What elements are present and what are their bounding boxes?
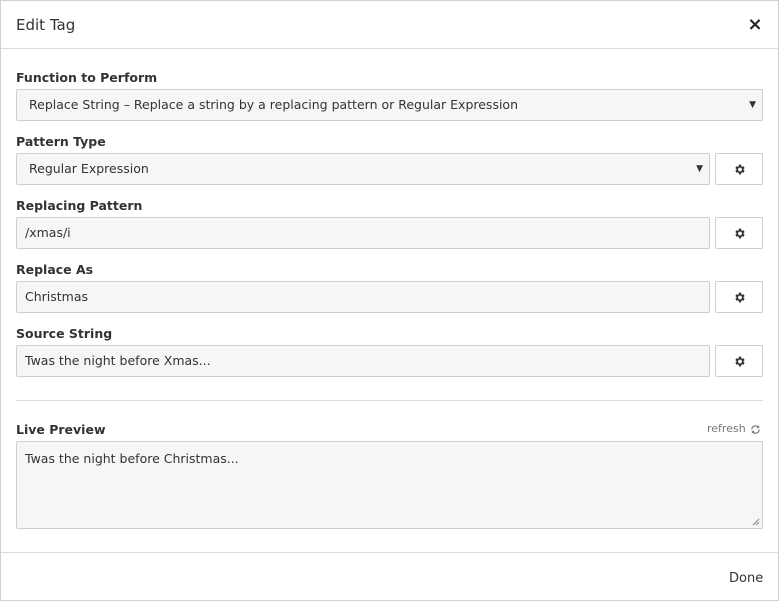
live-preview-label: Live Preview	[16, 422, 106, 437]
caret-down-icon: ▼	[749, 100, 756, 110]
refresh-icon	[750, 424, 760, 434]
pattern-type-label: Pattern Type	[16, 134, 106, 149]
replace-as-label: Replace As	[16, 262, 94, 277]
gear-icon	[734, 292, 745, 302]
replace-as-input[interactable]: Christmas	[16, 281, 710, 313]
pattern-type-select[interactable]: Regular Expression ▼	[16, 153, 710, 185]
source-string-label: Source String	[16, 326, 113, 341]
refresh-label: refresh	[707, 422, 746, 435]
pattern-type-value: Regular Expression	[29, 161, 149, 176]
gear-icon	[734, 164, 745, 174]
gear-icon	[734, 356, 745, 366]
edit-tag-dialog: Edit Tag × Function to Perform Replace S…	[0, 0, 779, 601]
caret-down-icon: ▼	[696, 164, 703, 174]
gear-icon	[734, 228, 745, 238]
dialog-header: Edit Tag ×	[1, 1, 778, 49]
function-select[interactable]: Replace String – Replace a string by a r…	[16, 89, 763, 121]
replace-as-settings-button[interactable]	[715, 281, 763, 313]
replacing-pattern-settings-button[interactable]	[715, 217, 763, 249]
done-button[interactable]: Done	[729, 571, 763, 587]
replacing-pattern-input[interactable]: /xmas/i	[16, 217, 710, 249]
resize-handle-icon[interactable]	[752, 518, 760, 526]
section-divider	[16, 400, 763, 401]
function-select-value: Replace String – Replace a string by a r…	[29, 97, 518, 112]
replacing-pattern-label: Replacing Pattern	[16, 198, 143, 213]
source-string-settings-button[interactable]	[715, 345, 763, 377]
live-preview-textarea[interactable]: Twas the night before Christmas...	[16, 441, 763, 529]
live-preview-text: Twas the night before Christmas...	[25, 451, 239, 466]
function-label: Function to Perform	[16, 70, 158, 85]
dialog-footer: Done	[1, 552, 778, 600]
pattern-type-settings-button[interactable]	[715, 153, 763, 185]
dialog-title: Edit Tag	[16, 16, 76, 34]
close-icon[interactable]: ×	[746, 15, 764, 35]
refresh-button[interactable]: refresh	[707, 422, 761, 436]
source-string-input[interactable]: Twas the night before Xmas...	[16, 345, 710, 377]
